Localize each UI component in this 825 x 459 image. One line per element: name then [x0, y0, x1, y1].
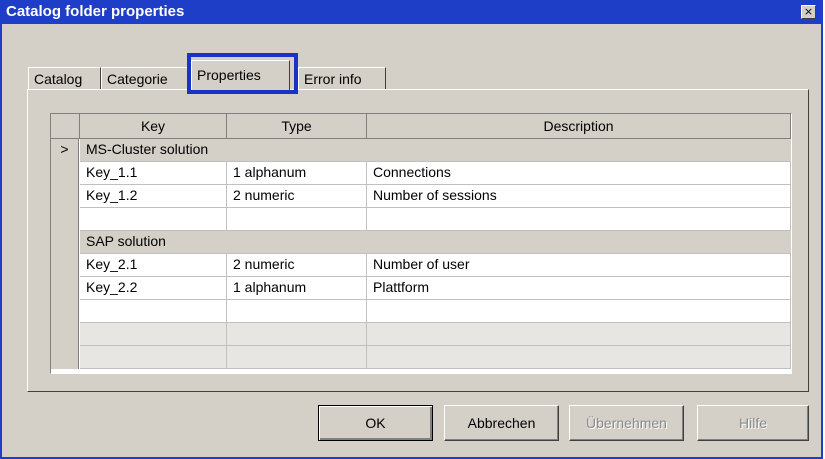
column-header-type[interactable]: Type — [227, 114, 367, 139]
title-bar[interactable]: Catalog folder properties × — [2, 0, 821, 24]
table-row[interactable]: Key_1.1 1 alphanum Connections — [51, 162, 791, 185]
cell-description[interactable]: Plattform — [367, 277, 791, 300]
cell-key[interactable]: Key_1.1 — [80, 162, 227, 185]
tab-highlight-box — [187, 53, 298, 94]
cancel-button[interactable]: Abbrechen — [444, 405, 559, 441]
cell-key[interactable] — [80, 300, 227, 323]
current-row-indicator: > — [51, 139, 79, 162]
tab-error-info[interactable]: Error info — [298, 67, 386, 91]
empty-cell — [227, 323, 367, 346]
cell-description[interactable]: Number of sessions — [367, 185, 791, 208]
row-selector[interactable] — [51, 254, 79, 277]
cell-type[interactable]: 2 numeric — [227, 185, 367, 208]
close-button[interactable]: × — [801, 5, 816, 19]
help-button[interactable]: Hilfe — [697, 405, 809, 441]
cell-description[interactable] — [367, 208, 791, 231]
empty-cell — [367, 323, 791, 346]
row-selector — [51, 323, 79, 346]
table-row[interactable] — [51, 208, 791, 231]
cell-key[interactable]: Key_2.2 — [80, 277, 227, 300]
column-header-description[interactable]: Description — [367, 114, 791, 139]
cell-type[interactable]: 1 alphanum — [227, 162, 367, 185]
cell-type[interactable]: 2 numeric — [227, 254, 367, 277]
group-name: SAP solution — [80, 231, 791, 254]
table-row[interactable] — [51, 300, 791, 323]
cell-type[interactable]: 1 alphanum — [227, 277, 367, 300]
row-selector[interactable] — [51, 162, 79, 185]
row-selector[interactable] — [51, 300, 79, 323]
tab-catalog-label: Catalog — [34, 71, 83, 87]
group-row[interactable]: > MS-Cluster solution — [51, 139, 791, 162]
empty-row — [51, 346, 791, 369]
cell-description[interactable]: Connections — [367, 162, 791, 185]
ok-button[interactable]: OK — [318, 405, 433, 441]
empty-cell — [367, 346, 791, 369]
table-row[interactable]: Key_2.1 2 numeric Number of user — [51, 254, 791, 277]
empty-row — [51, 323, 791, 346]
empty-cell — [227, 346, 367, 369]
group-name: MS-Cluster solution — [80, 139, 791, 162]
cell-type[interactable] — [227, 300, 367, 323]
cell-key[interactable]: Key_1.2 — [80, 185, 227, 208]
table-row[interactable]: Key_2.2 1 alphanum Plattform — [51, 277, 791, 300]
grid-corner-header — [51, 114, 80, 139]
properties-grid[interactable]: Key Type Description > MS-Cluster soluti… — [50, 113, 792, 374]
cell-description[interactable]: Number of user — [367, 254, 791, 277]
cell-key[interactable]: Key_2.1 — [80, 254, 227, 277]
row-selector — [51, 346, 79, 369]
cell-description[interactable] — [367, 300, 791, 323]
apply-button[interactable]: Übernehmen — [569, 405, 684, 441]
table-row[interactable]: Key_1.2 2 numeric Number of sessions — [51, 185, 791, 208]
tab-catalog[interactable]: Catalog — [28, 67, 101, 91]
tab-error-info-label: Error info — [304, 71, 362, 87]
dialog-title: Catalog folder properties — [6, 3, 185, 20]
row-selector[interactable] — [51, 231, 79, 254]
cell-key[interactable] — [80, 208, 227, 231]
tab-categories-label: Categorie — [107, 71, 168, 87]
cell-type[interactable] — [227, 208, 367, 231]
group-row[interactable]: SAP solution — [51, 231, 791, 254]
empty-cell — [80, 323, 227, 346]
tab-categories[interactable]: Categorie — [101, 67, 188, 91]
column-header-key[interactable]: Key — [80, 114, 227, 139]
row-selector[interactable] — [51, 185, 79, 208]
row-selector[interactable] — [51, 277, 79, 300]
row-selector[interactable] — [51, 208, 79, 231]
empty-cell — [80, 346, 227, 369]
